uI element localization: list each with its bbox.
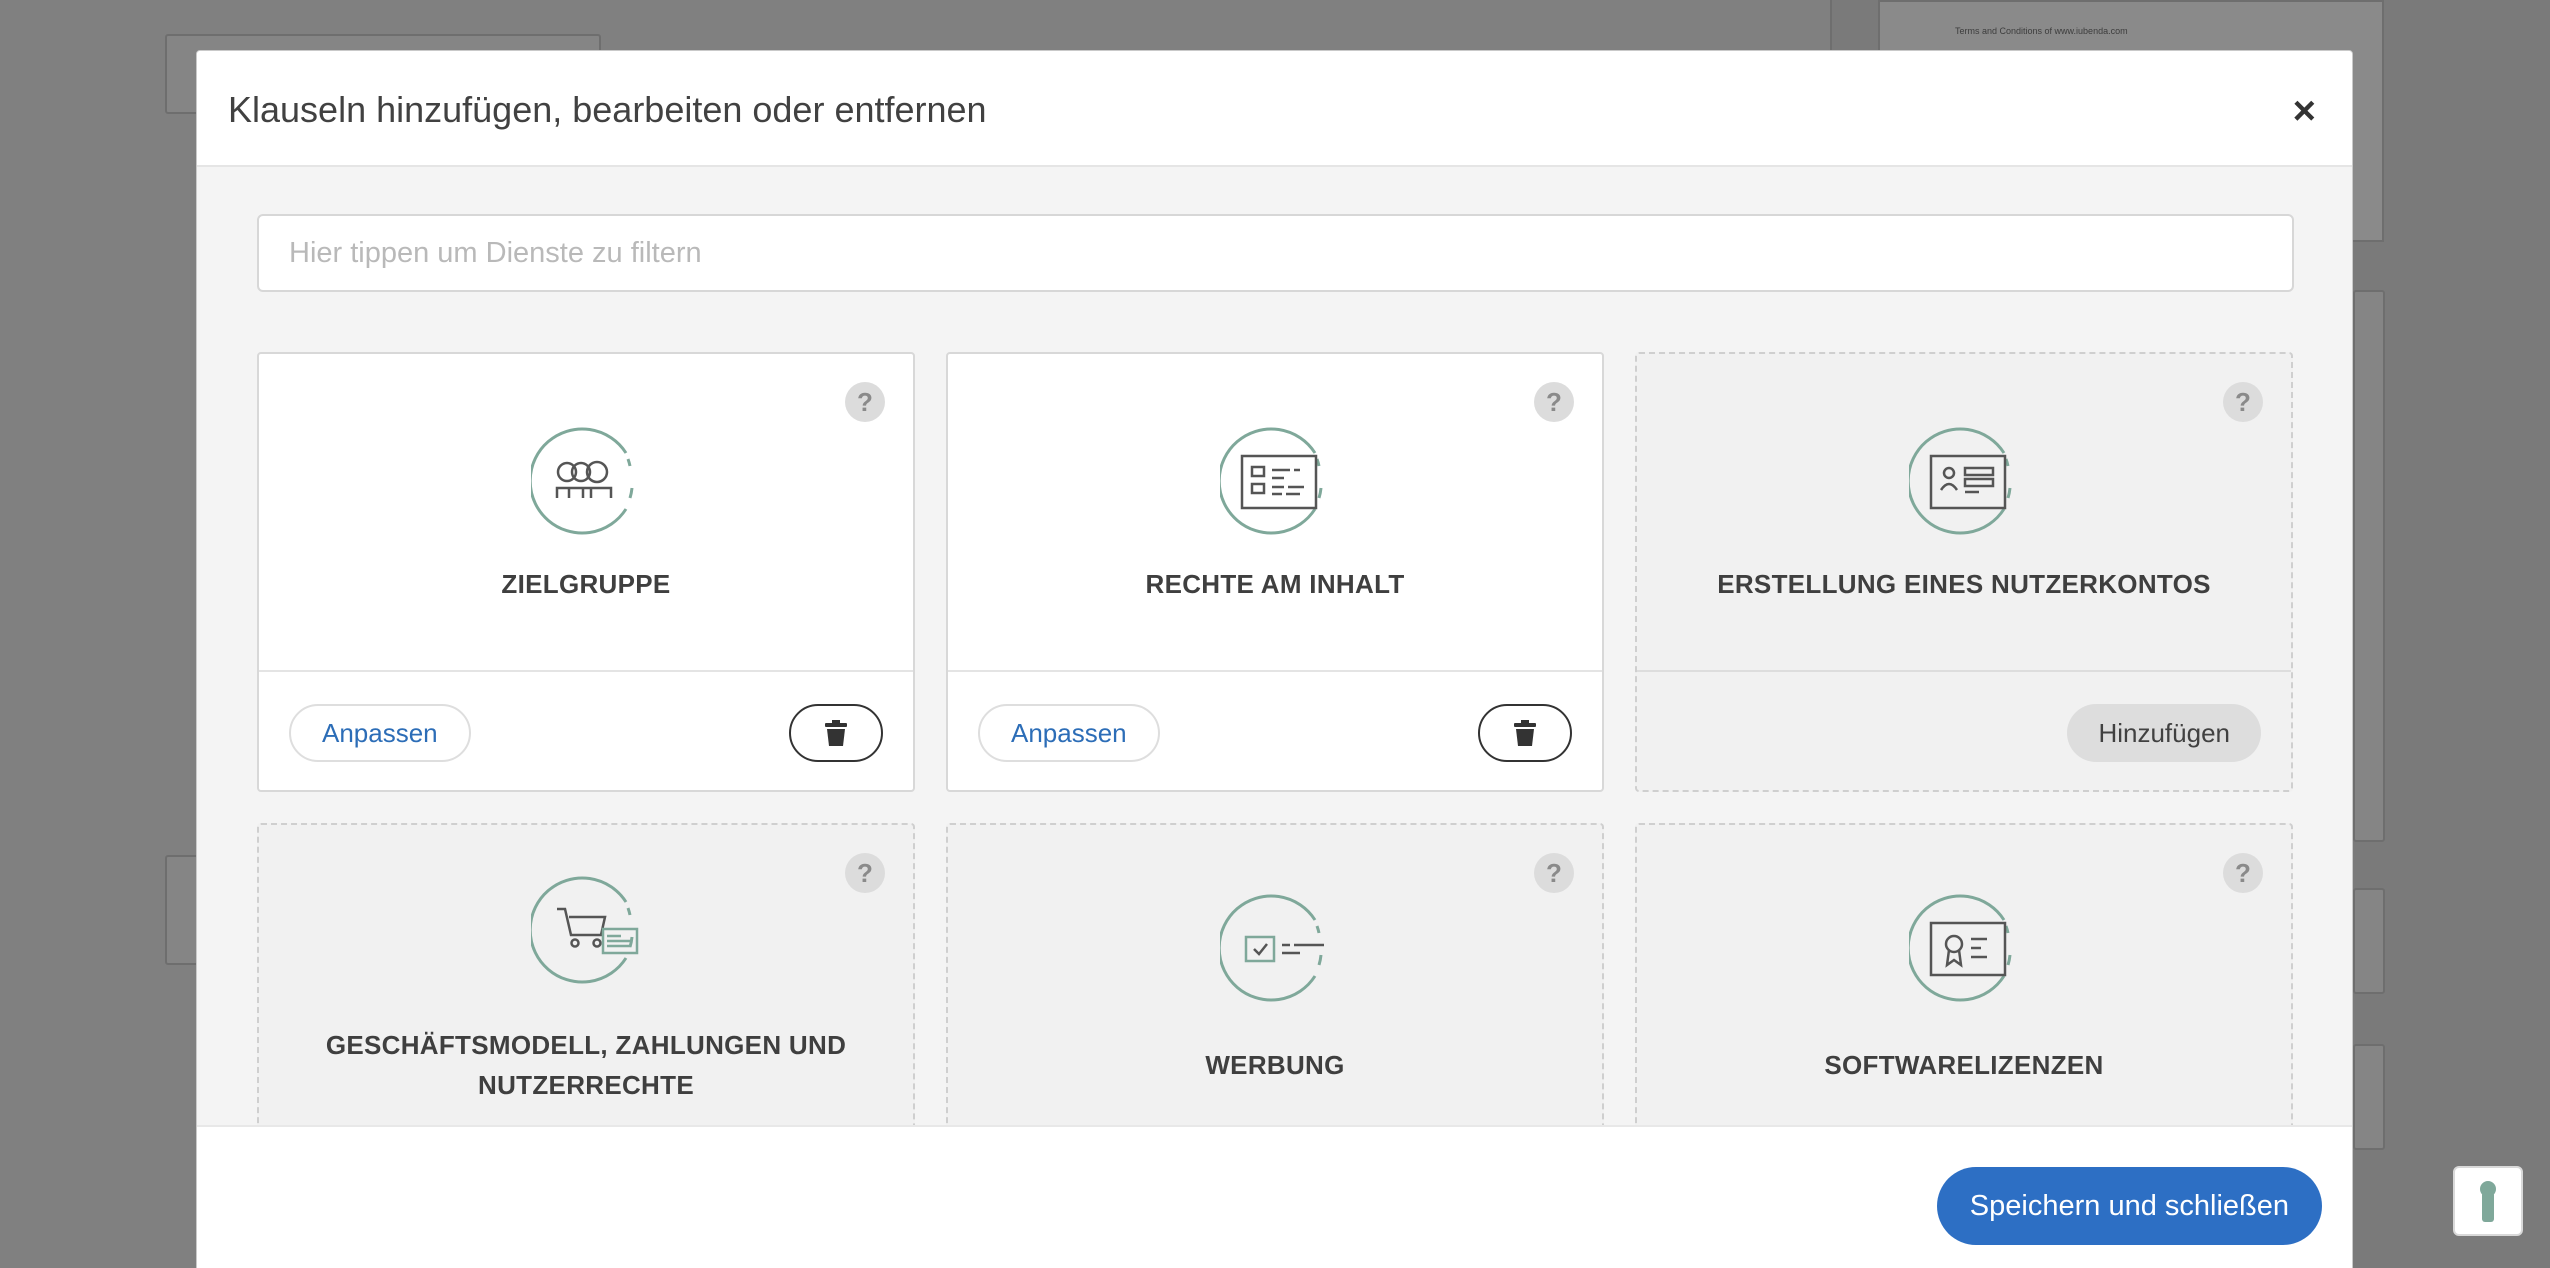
user-account-icon — [1909, 427, 2012, 535]
background-terms-text: Terms and Conditions of www.iubenda.com — [1955, 26, 2128, 36]
card-footer: Anpassen — [259, 670, 913, 790]
delete-button[interactable] — [1478, 704, 1572, 762]
shopping-cart-icon — [531, 876, 639, 984]
filter-input[interactable] — [257, 214, 2294, 292]
clause-card-content-rights: ? RECHTE AM INHALT Anpassen — [946, 352, 1604, 792]
close-button[interactable]: × — [2293, 91, 2316, 131]
card-title: GESCHÄFTSMODELL, ZAHLUNGEN UND NUTZERREC… — [325, 1030, 847, 1100]
advertising-icon — [1220, 894, 1324, 1002]
background-box — [2353, 888, 2385, 994]
clause-card-software-licenses: ? SOFTWARELIZENZEN — [1635, 823, 2293, 1125]
customize-button[interactable]: Anpassen — [978, 704, 1160, 762]
clause-card-advertising: ? WERBUNG — [946, 823, 1604, 1125]
card-title: ERSTELLUNG EINES NUTZERKONTOS — [1717, 569, 2211, 599]
background-box — [2353, 1044, 2385, 1150]
clause-card-audience: ? ZIELGRUPPE Anpassen — [257, 352, 915, 792]
content-rights-icon — [1220, 427, 1323, 535]
background-box — [2353, 290, 2385, 842]
help-button[interactable]: ? — [1534, 382, 1574, 422]
trash-icon — [825, 720, 847, 746]
trash-icon — [1514, 720, 1536, 746]
help-button[interactable]: ? — [2223, 382, 2263, 422]
card-footer: Anpassen — [948, 670, 1602, 790]
modal-header: Klauseln hinzufügen, bearbeiten oder ent… — [197, 51, 2352, 167]
card-title: ZIELGRUPPE — [501, 569, 671, 599]
card-footer: Hinzufügen — [1637, 670, 2291, 790]
modal-body: ? ZIELGRUPPE Anpassen — [197, 167, 2352, 1125]
help-button[interactable]: ? — [845, 382, 885, 422]
card-title: WERBUNG — [1205, 1050, 1345, 1080]
help-button[interactable]: ? — [845, 853, 885, 893]
modal-footer: Speichern und schließen — [197, 1125, 2352, 1268]
feedback-button[interactable] — [2453, 1166, 2523, 1236]
clause-card-user-account: ? ERSTELLUNG EINES NUTZERKONTOS Hinzufüg… — [1635, 352, 2293, 792]
customize-button[interactable]: Anpassen — [289, 704, 471, 762]
modal-title: Klauseln hinzufügen, bearbeiten oder ent… — [228, 89, 987, 130]
clause-card-business-model: ? GESCHÄFTSMODELL, ZAHLUNGEN UND NUTZERR… — [257, 823, 915, 1125]
clauses-modal: Klauseln hinzufügen, bearbeiten oder ent… — [196, 50, 2353, 1268]
add-button[interactable]: Hinzufügen — [2067, 704, 2261, 762]
audience-icon — [531, 427, 634, 535]
card-title: RECHTE AM INHALT — [1145, 569, 1405, 599]
help-button[interactable]: ? — [2223, 853, 2263, 893]
card-title: SOFTWARELIZENZEN — [1824, 1050, 2104, 1080]
software-license-icon — [1909, 894, 2012, 1002]
keyhole-icon — [2480, 1181, 2496, 1222]
delete-button[interactable] — [789, 704, 883, 762]
help-button[interactable]: ? — [1534, 853, 1574, 893]
save-and-close-button[interactable]: Speichern und schließen — [1936, 1167, 2322, 1245]
